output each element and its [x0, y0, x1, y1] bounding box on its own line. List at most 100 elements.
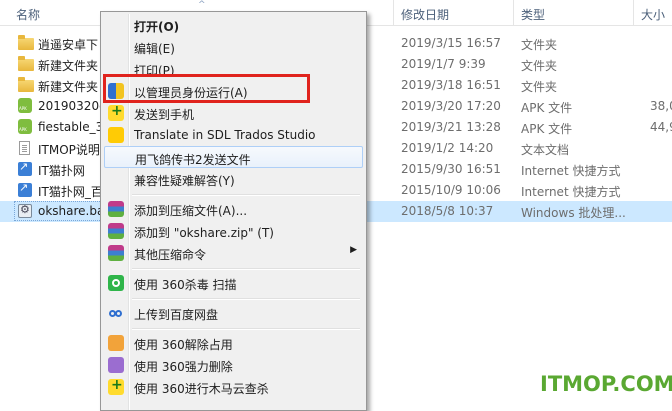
file-name: 逍遥安卓下: [38, 38, 99, 52]
file-name: fiestable_3: [38, 120, 100, 134]
file-name-cell: IT猫扑网: [16, 159, 100, 180]
menu-item-label: 使用 360杀毒 扫描: [134, 278, 237, 292]
menu-item-label: 使用 360解除占用: [134, 338, 233, 352]
winrar-icon: [108, 245, 124, 261]
file-type: 文件夹: [521, 38, 558, 52]
menu-item-label: 添加到 "okshare.zip" (T): [134, 226, 274, 240]
menu-item-label: 上传到百度网盘: [134, 308, 219, 322]
file-name-cell: IT猫扑网_百: [16, 180, 100, 201]
menu-item-force-delete-360[interactable]: 使用 360强力删除: [104, 354, 363, 376]
360-trojan-scan-icon: [108, 377, 124, 395]
file-type: Internet 快捷方式: [521, 185, 621, 199]
file-name: 20190320g: [38, 99, 100, 113]
menu-item-label: 兼容性疑难解答(Y): [134, 174, 235, 188]
menu-item-label: 用飞鸽传书2发送文件: [135, 153, 251, 167]
menu-item-trojan-cloud-360[interactable]: 使用 360进行木马云查杀: [104, 376, 363, 398]
folder-icon: [18, 35, 34, 50]
menu-item-label: 添加到压缩文件(A)...: [134, 204, 248, 218]
360-antivirus-icon: [108, 275, 124, 291]
file-type: APK 文件: [521, 122, 573, 136]
shortcut-icon: [18, 181, 32, 197]
file-date: 2019/1/7 9:39: [401, 57, 486, 71]
context-menu: 打开(O) 编辑(E) 打印(P) 以管理员身份运行(A) 发送到手机 Tran…: [100, 11, 367, 411]
file-type: 文件夹: [521, 80, 558, 94]
menu-item-compatibility[interactable]: 兼容性疑难解答(Y): [104, 168, 363, 190]
file-name: 新建文件夹: [38, 59, 99, 73]
menu-item-label: 编辑(E): [134, 42, 175, 56]
menu-item-upload-baidu[interactable]: 上传到百度网盘: [104, 302, 363, 324]
file-name-cell: 新建文件夹: [16, 75, 100, 96]
menu-separator: [132, 194, 360, 196]
batch-file-icon: [18, 203, 32, 218]
file-date: 2015/9/30 16:51: [401, 162, 501, 176]
column-divider[interactable]: [633, 0, 634, 26]
file-name-cell: 20190320g: [16, 96, 100, 117]
menu-item-add-archive[interactable]: 添加到压缩文件(A)...: [104, 198, 363, 220]
file-name: okshare.ba: [38, 204, 105, 218]
shortcut-icon: [18, 160, 32, 176]
apk-icon: [18, 98, 32, 113]
folder-icon: [18, 77, 34, 92]
file-name-cell: 新建文件夹: [16, 54, 100, 75]
file-date: 2019/3/20 17:20: [401, 99, 501, 113]
send-to-phone-icon: [108, 103, 124, 121]
folder-icon: [18, 56, 34, 71]
file-name-cell: ITMOP说明: [16, 138, 100, 159]
file-date: 2019/3/21 13:28: [401, 120, 501, 134]
360-unlock-icon: [108, 335, 124, 351]
menu-item-label: 使用 360强力删除: [134, 360, 233, 374]
file-name-cell: 逍遥安卓下: [16, 33, 100, 54]
file-type: 文本文档: [521, 143, 570, 157]
file-date: 2019/3/15 16:57: [401, 36, 501, 50]
column-header-type[interactable]: 类型: [521, 6, 545, 23]
file-date: 2019/1/2 14:20: [401, 141, 494, 155]
submenu-arrow-icon: ▶: [350, 245, 357, 255]
menu-item-open[interactable]: 打开(O): [104, 14, 363, 36]
menu-item-other-compress[interactable]: 其他压缩命令 ▶: [104, 242, 363, 264]
sdl-trados-icon: [108, 127, 124, 143]
file-date: 2018/5/8 10:37: [401, 204, 494, 218]
menu-item-label: 打开(O): [134, 20, 180, 34]
winrar-icon: [108, 201, 124, 217]
column-header-size[interactable]: 大小: [641, 6, 665, 23]
watermark-text: ITMOP.COM: [540, 372, 672, 396]
file-date: 2019/3/18 16:51: [401, 78, 501, 92]
text-file-icon: [19, 141, 30, 155]
file-name-cell: okshare.ba: [16, 201, 106, 222]
menu-item-send-to-phone[interactable]: 发送到手机: [104, 102, 363, 124]
menu-item-edit[interactable]: 编辑(E): [104, 36, 363, 58]
menu-separator: [132, 268, 360, 270]
menu-separator: [132, 298, 360, 300]
file-name: IT猫扑网: [38, 164, 85, 178]
file-type: 文件夹: [521, 59, 558, 73]
file-date: 2015/10/9 10:06: [401, 183, 501, 197]
menu-item-scan-360[interactable]: 使用 360杀毒 扫描: [104, 272, 363, 294]
file-name: 新建文件夹: [38, 80, 99, 94]
sort-ascending-icon: ^: [198, 0, 206, 10]
file-name: ITMOP说明: [38, 143, 100, 157]
menu-item-translate-sdl[interactable]: Translate in SDL Trados Studio: [104, 124, 363, 146]
menu-item-label: 其他压缩命令: [134, 248, 207, 262]
menu-item-label: Translate in SDL Trados Studio: [134, 128, 316, 142]
file-size: 44,9: [650, 120, 672, 134]
file-type: APK 文件: [521, 101, 573, 115]
menu-item-label: 发送到手机: [134, 108, 195, 122]
menu-item-add-zip[interactable]: 添加到 "okshare.zip" (T): [104, 220, 363, 242]
menu-item-label: 使用 360进行木马云查杀: [134, 382, 269, 396]
column-divider[interactable]: [513, 0, 514, 26]
file-type: Windows 批处理...: [521, 206, 626, 220]
file-name: IT猫扑网_百: [38, 185, 100, 199]
menu-item-unlock-360[interactable]: 使用 360解除占用: [104, 332, 363, 354]
file-type: Internet 快捷方式: [521, 164, 621, 178]
360-force-delete-icon: [108, 357, 124, 373]
baidu-netdisk-icon: [108, 305, 124, 321]
file-size: 38,0: [650, 99, 672, 113]
winrar-icon: [108, 223, 124, 239]
column-header-date[interactable]: 修改日期: [401, 6, 449, 23]
highlight-annotation-box: [103, 74, 310, 103]
menu-separator: [132, 328, 360, 330]
menu-item-send-feige[interactable]: 用飞鸽传书2发送文件: [104, 146, 363, 168]
file-name-cell: fiestable_3: [16, 117, 100, 138]
column-divider[interactable]: [393, 0, 394, 26]
column-header-name[interactable]: 名称: [16, 6, 40, 23]
